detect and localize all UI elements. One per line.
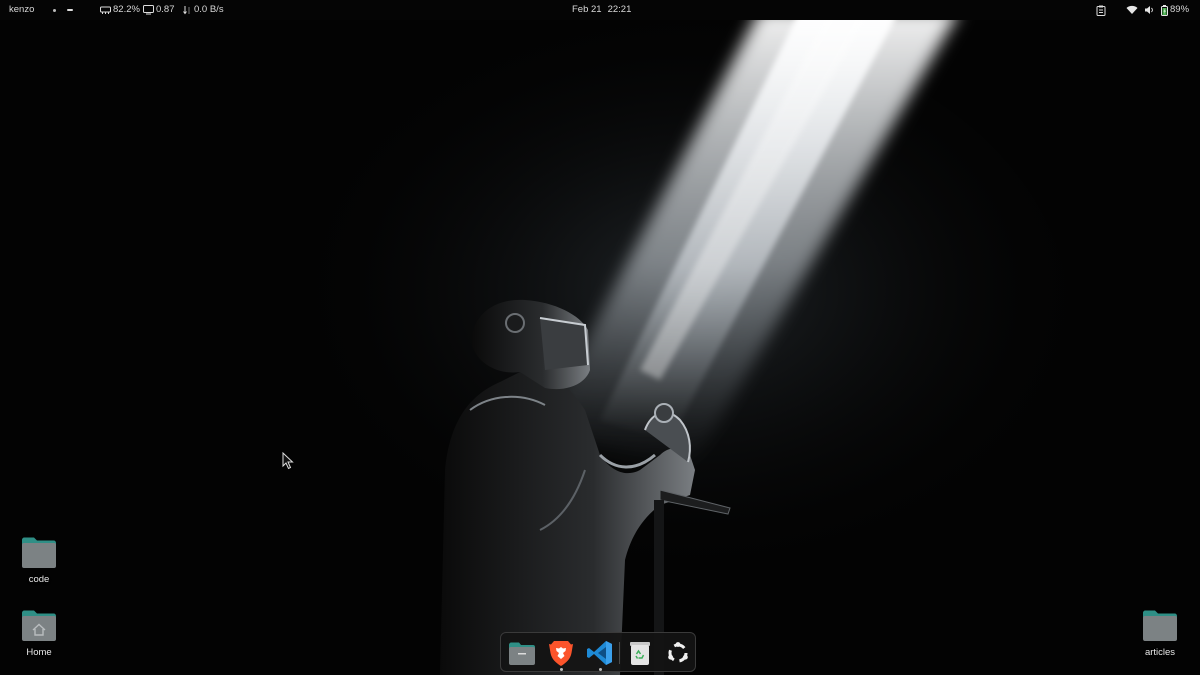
desktop-folder-label: Home (26, 647, 52, 658)
clock-time: 22:21 (607, 4, 632, 15)
desktop-folder-label: code (28, 574, 50, 585)
ram-value: 82.2% (113, 4, 140, 15)
dock-separator (619, 642, 620, 664)
desktop-folder-code[interactable]: code (7, 536, 71, 585)
vscode-icon (587, 641, 612, 665)
wifi-icon (1126, 5, 1138, 15)
workspace-dot-icon[interactable] (53, 8, 56, 12)
files-app-icon (509, 642, 535, 665)
network-monitor[interactable]: 0.0 B/s (183, 0, 224, 20)
cpu-load-monitor[interactable]: 0.87 (143, 0, 175, 20)
volume-icon (1145, 6, 1153, 14)
folder-icon (22, 537, 56, 568)
mouse-pointer-icon (282, 452, 294, 470)
ram-icon (100, 6, 111, 14)
system-menu[interactable]: 89% (1126, 0, 1189, 20)
workspace-active-icon[interactable] (67, 9, 73, 11)
clipboard-icon (1096, 5, 1106, 16)
wallpaper-knight (0, 0, 1200, 675)
network-speed: 0.0 B/s (194, 4, 224, 15)
battery-charging-icon (1161, 4, 1168, 16)
ram-monitor[interactable]: 82.2% (100, 0, 140, 20)
folder-icon (1143, 610, 1177, 641)
clipboard-indicator[interactable] (1096, 0, 1106, 20)
dock (500, 632, 696, 672)
dock-files-button[interactable] (508, 639, 536, 667)
dock-vscode-button[interactable] (586, 639, 614, 667)
network-arrows-icon (183, 6, 190, 15)
top-bar: kenzo 82.2% 0.87 0.0 B/s Feb 21 22:21 89… (0, 0, 1200, 20)
trash-icon (630, 642, 650, 665)
dock-show-apps-button[interactable] (664, 639, 692, 667)
desktop-folder-articles[interactable]: articles (1128, 609, 1192, 658)
clock-date: Feb 21 (572, 4, 602, 15)
desktop[interactable]: kenzo 82.2% 0.87 0.0 B/s Feb 21 22:21 89… (0, 0, 1200, 675)
workspace-indicator[interactable] (53, 0, 73, 20)
brave-running-indicator (560, 668, 563, 671)
brave-browser-icon (549, 641, 573, 666)
dock-brave-button[interactable] (547, 639, 575, 667)
clock[interactable]: Feb 21 22:21 (572, 0, 631, 20)
home-folder-icon (22, 610, 56, 641)
ubuntu-apps-icon (668, 642, 688, 663)
monitor-icon (143, 5, 154, 15)
desktop-folder-home[interactable]: Home (7, 609, 71, 658)
dock-trash-button[interactable] (626, 639, 654, 667)
load-value: 0.87 (156, 4, 175, 15)
user-label[interactable]: kenzo (9, 0, 34, 20)
desktop-folder-label: articles (1144, 647, 1176, 658)
vscode-running-indicator (599, 668, 602, 671)
battery-percentage: 89% (1170, 4, 1190, 15)
